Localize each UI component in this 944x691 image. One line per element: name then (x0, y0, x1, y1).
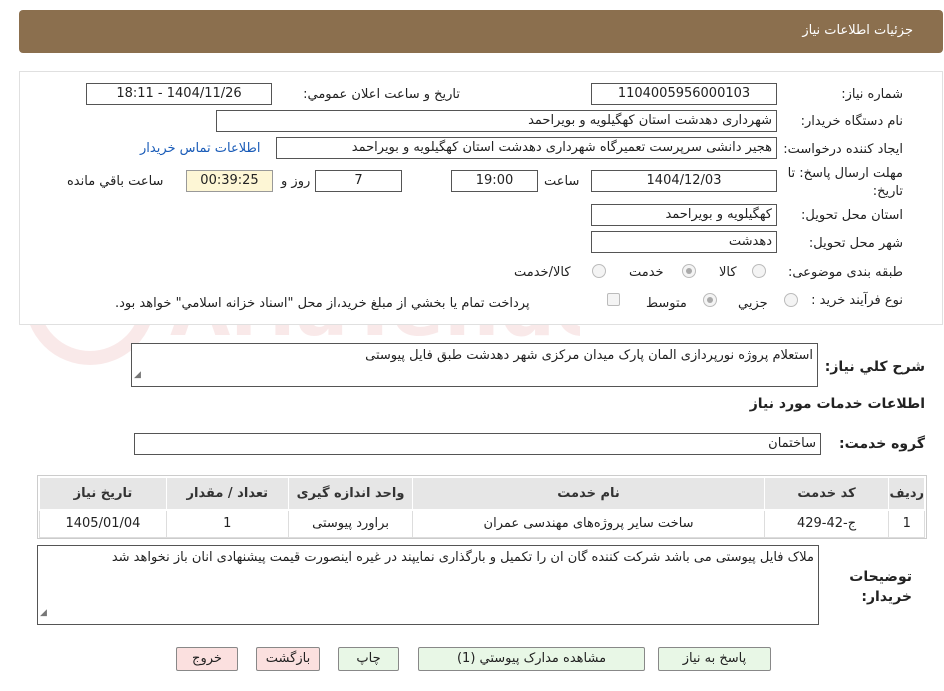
category-radio-service[interactable] (682, 264, 696, 278)
category-option-goods-service: کالا/خدمت (514, 265, 571, 280)
cell-service-code: ج-42-429 (763, 509, 890, 538)
view-documents-button[interactable]: مشاهده مدارک پيوستي (1) (418, 647, 645, 671)
city-field: دهدشت (591, 231, 777, 253)
cell-unit: براورد پیوستی (287, 509, 414, 538)
col-header-service-code: کد خدمت (763, 477, 890, 511)
resize-grip-icon[interactable]: ◢ (134, 366, 141, 385)
reply-button[interactable]: پاسخ به نياز (658, 647, 771, 671)
service-group-label: گروه خدمت: (839, 436, 925, 452)
category-option-goods: کالا (719, 265, 737, 280)
payment-note: پرداخت تمام يا بخشي از مبلغ خريد،از محل … (115, 296, 530, 311)
requester-label: ايجاد کننده درخواست: (783, 142, 903, 157)
days-label: روز و (281, 174, 311, 189)
need-number-field: 1104005956000103 (591, 83, 777, 105)
buyer-contact-link[interactable]: اطلاعات تماس خريدار (140, 141, 260, 156)
deadline-time-field: 19:00 (451, 170, 538, 192)
process-radio-medium[interactable] (703, 293, 717, 307)
back-button[interactable]: بازگشت (256, 647, 320, 671)
resize-grip-icon[interactable]: ◢ (40, 604, 47, 623)
announce-datetime-field: 1404/11/26 - 18:11 (86, 83, 272, 105)
col-header-service-name: نام خدمت (412, 477, 765, 511)
need-number-label: شماره نياز: (841, 87, 903, 102)
treasury-checkbox[interactable] (607, 293, 620, 306)
province-label: استان محل تحويل: (801, 208, 903, 223)
buyer-notes-field: ملاک فایل پیوستی می باشد شرکت کننده گان … (37, 545, 819, 625)
exit-button[interactable]: خروج (176, 647, 238, 671)
process-radio-minor[interactable] (784, 293, 798, 307)
cell-quantity: 1 (165, 509, 289, 538)
description-text: استعلام پروژه نورپردازی المان پارک میدان… (365, 348, 813, 363)
page-header: جزئيات اطلاعات نياز (19, 10, 943, 53)
cell-service-name: ساخت سایر پروژه‌های مهندسی عمران (412, 509, 765, 538)
remaining-label: ساعت باقي مانده (67, 174, 164, 189)
deadline-time-label: ساعت (544, 174, 580, 189)
category-option-service: خدمت (629, 265, 664, 280)
description-label: شرح کلي نياز: (824, 359, 925, 375)
process-option-minor: جزيي (738, 296, 768, 311)
buyer-notes-label: توضيحات خريدار: (849, 569, 912, 605)
announce-label: تاريخ و ساعت اعلان عمومي: (303, 87, 460, 102)
remaining-time-field: 00:39:25 (186, 170, 273, 192)
buyer-org-label: نام دستگاه خريدار: (800, 114, 903, 129)
col-header-need-date: تاريخ نياز (39, 477, 167, 511)
process-option-medium: متوسط (646, 296, 687, 311)
description-field: استعلام پروژه نورپردازی المان پارک میدان… (131, 343, 818, 387)
buyer-notes-text: ملاک فایل پیوستی می باشد شرکت کننده گان … (111, 550, 814, 565)
category-radio-goods-service[interactable] (592, 264, 606, 278)
service-group-field: ساختمان (134, 433, 821, 455)
table-header-row: رديف کد خدمت نام خدمت واحد اندازه گيری ت… (39, 477, 925, 511)
city-label: شهر محل تحويل: (808, 236, 903, 251)
page-title: جزئيات اطلاعات نياز (802, 23, 913, 38)
print-button[interactable]: چاپ (338, 647, 399, 671)
col-header-row-num: رديف (888, 477, 925, 511)
province-field: کهگیلویه و بویراحمد (591, 204, 777, 226)
col-header-unit: واحد اندازه گيری (287, 477, 414, 511)
category-label: طبقه بندی موضوعی: (787, 265, 903, 280)
cell-row-num: 1 (888, 509, 925, 538)
services-table: رديف کد خدمت نام خدمت واحد اندازه گيری ت… (39, 477, 925, 538)
cell-need-date: 1405/01/04 (39, 509, 167, 538)
deadline-label: مهلت ارسال پاسخ: تا تاريخ: (787, 166, 903, 199)
col-header-quantity: تعداد / مقدار (165, 477, 289, 511)
days-field: 7 (315, 170, 402, 192)
requester-field: هجیر دانشی سرپرست تعمیرگاه شهرداری دهدشت… (276, 137, 777, 159)
table-row: 1 ج-42-429 ساخت سایر پروژه‌های مهندسی عم… (39, 509, 925, 538)
buyer-org-field: شهرداری دهدشت استان کهگیلویه و بویراحمد (216, 110, 777, 132)
category-radio-goods[interactable] (752, 264, 766, 278)
deadline-date-field: 1404/12/03 (591, 170, 777, 192)
services-section-title: اطلاعات خدمات مورد نياز (749, 396, 925, 412)
process-label: نوع فرآيند خريد : (811, 293, 903, 308)
